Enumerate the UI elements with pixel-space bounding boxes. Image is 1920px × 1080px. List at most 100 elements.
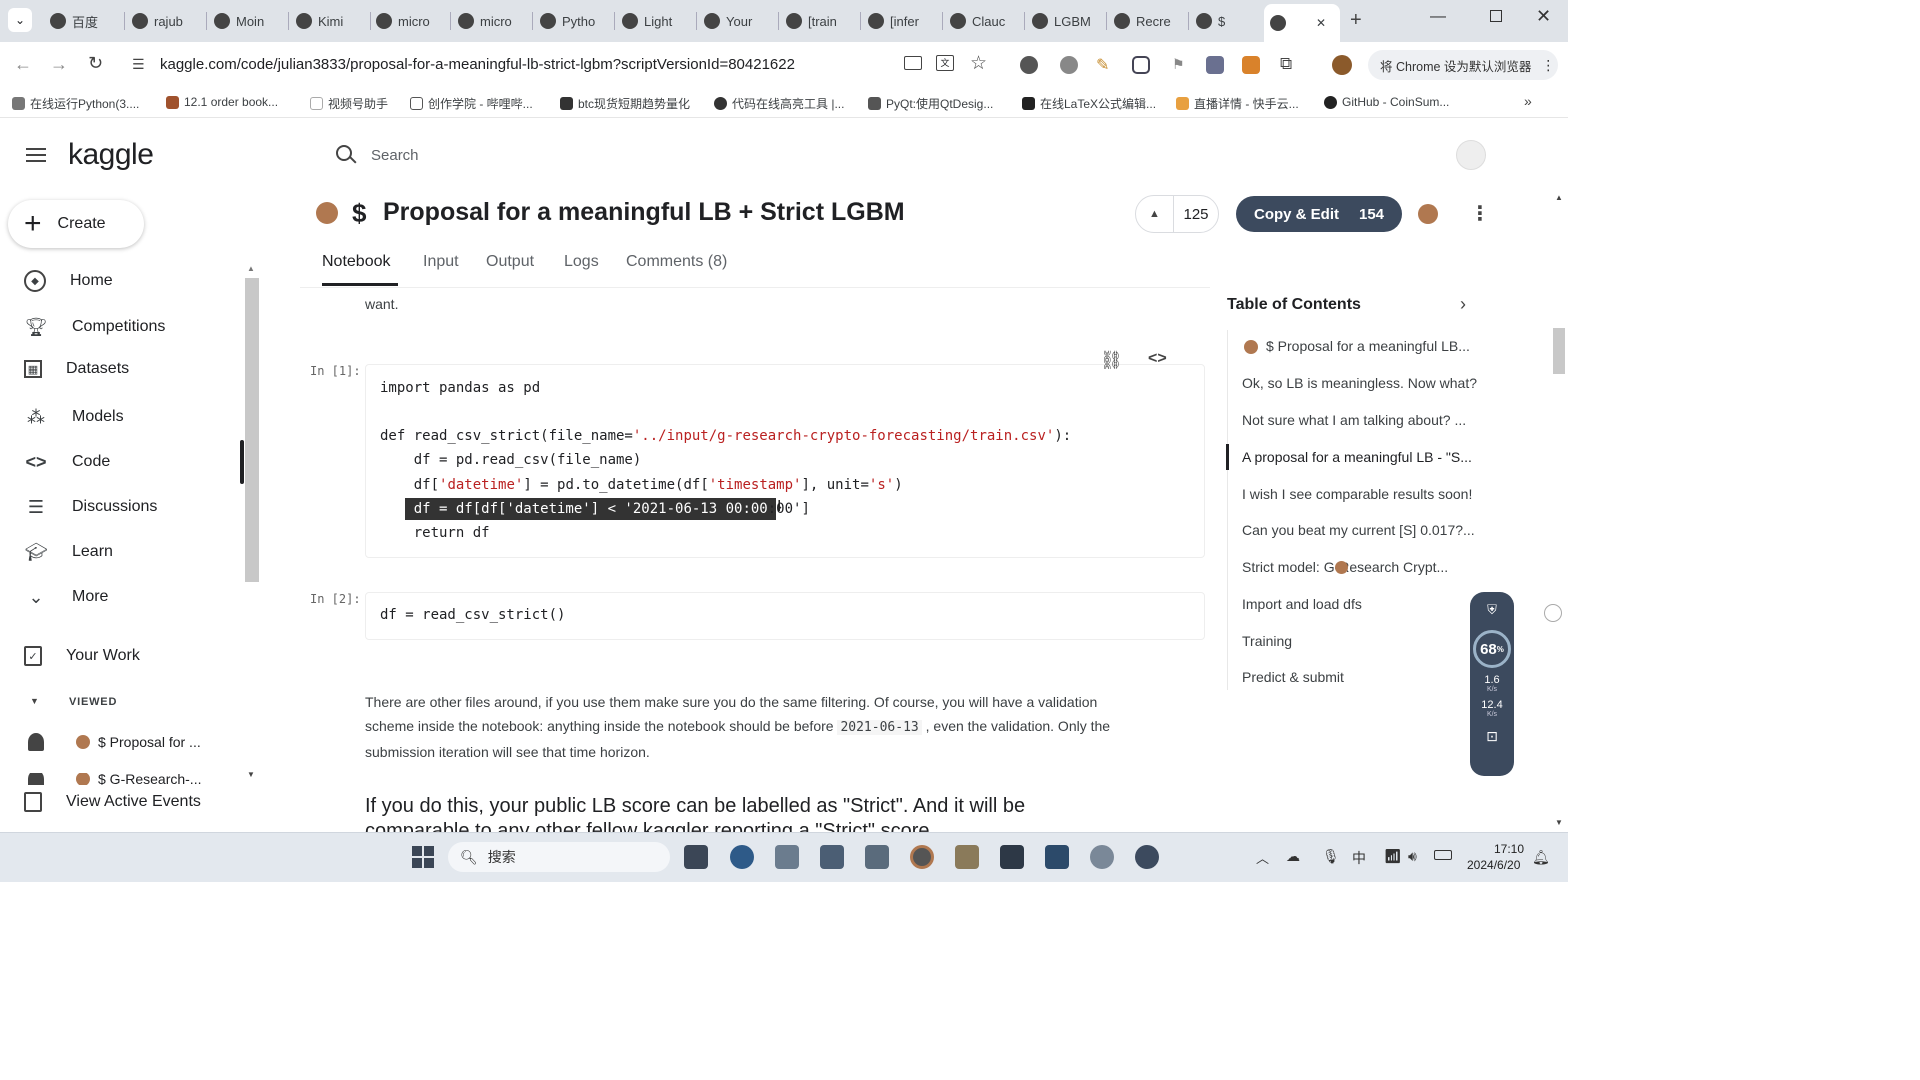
volume-icon[interactable]: 🔊︎ xyxy=(1408,848,1417,865)
browser-tab[interactable]: Light xyxy=(616,6,692,36)
browser-tab[interactable]: Clauc xyxy=(944,6,1020,36)
back-icon[interactable]: ← xyxy=(14,54,32,75)
extension-icon[interactable]: ⚑ xyxy=(1172,56,1185,73)
tray-chevron-icon[interactable]: ︿ xyxy=(1256,848,1269,867)
sidebar-item-datasets[interactable]: ▦ Datasets xyxy=(24,360,129,378)
browser-tab[interactable]: Recre xyxy=(1108,6,1184,36)
sidebar-item-more[interactable]: ⌄ More xyxy=(24,585,108,609)
sidebar-item-home[interactable]: ◆ Home xyxy=(24,270,113,292)
bookmark-item[interactable]: 视频号助手 xyxy=(310,95,388,112)
search-input[interactable]: Search xyxy=(371,147,1071,164)
forward-icon[interactable]: → xyxy=(50,54,68,75)
scroll-down-icon[interactable]: ▼ xyxy=(247,770,255,779)
bookmark-item[interactable]: GitHub - CoinSum... xyxy=(1324,95,1449,109)
mic-icon[interactable]: 🎙︎ xyxy=(1322,848,1340,865)
extension-icon[interactable] xyxy=(1206,56,1224,74)
app-icon[interactable] xyxy=(1090,845,1114,869)
menu-dots-icon[interactable]: ⋮ xyxy=(1541,57,1555,74)
taskbar-search[interactable]: 🔍︎ 搜索 xyxy=(448,842,670,872)
browser-tab[interactable]: Pytho xyxy=(534,6,610,36)
folder-icon[interactable] xyxy=(955,845,979,869)
start-icon[interactable] xyxy=(412,846,434,868)
terminal-icon[interactable] xyxy=(1000,845,1024,869)
app-icon[interactable] xyxy=(820,845,844,869)
toc-item[interactable]: Import and load dfs xyxy=(1242,596,1362,612)
browser-tab[interactable]: Moin xyxy=(208,6,284,36)
extension-icon[interactable] xyxy=(1242,56,1260,74)
bookmark-item[interactable]: btc现货短期趋势量化 xyxy=(560,95,690,112)
sidebar-item-competitions[interactable]: 🏆︎ Competitions xyxy=(24,315,166,339)
site-info-icon[interactable]: ☰ xyxy=(132,56,145,73)
scroll-up-icon[interactable]: ▲ xyxy=(1555,193,1563,202)
close-tab-icon[interactable]: ✕ xyxy=(1316,16,1326,30)
toc-item[interactable]: I wish I see comparable results soon! xyxy=(1242,486,1472,502)
browser-tab[interactable]: Kimi xyxy=(290,6,366,36)
sidebar-scrollbar[interactable] xyxy=(245,278,259,582)
clock-date[interactable]: 2024/6/20 xyxy=(1467,858,1520,872)
page-scrollbar[interactable] xyxy=(1553,328,1565,374)
toc-item[interactable]: $ Proposal for a meaningful LB... xyxy=(1266,338,1470,354)
battery-icon[interactable] xyxy=(1434,850,1452,860)
browser-tab[interactable]: 百度 xyxy=(44,6,120,36)
extension-icon[interactable] xyxy=(1132,56,1150,74)
toc-item[interactable]: Not sure what I am talking about? ... xyxy=(1242,412,1466,428)
wifi-icon[interactable]: 📶︎ xyxy=(1384,848,1402,865)
scroll-down-icon[interactable]: ▼ xyxy=(1555,818,1563,827)
sidebar-item-your-work[interactable]: ✓ Your Work xyxy=(24,646,140,666)
bookmark-item[interactable]: 12.1 order book... xyxy=(166,95,278,109)
bookmark-item[interactable]: 创作学院 - 哔哩哔... xyxy=(410,95,533,112)
tab-search-button[interactable]: ⌄ xyxy=(8,8,32,32)
install-app-icon[interactable] xyxy=(904,56,922,70)
app-icon[interactable] xyxy=(775,845,799,869)
app-icon[interactable] xyxy=(1135,845,1159,869)
toc-item[interactable]: Training xyxy=(1242,633,1292,649)
bookmark-star-icon[interactable]: ☆ xyxy=(970,52,987,75)
edge-icon[interactable] xyxy=(730,845,754,869)
bookmark-item[interactable]: 在线运行Python(3.... xyxy=(12,95,139,112)
profile-avatar-icon[interactable] xyxy=(1332,55,1352,75)
extensions-puzzle-icon[interactable]: ⧉ xyxy=(1280,54,1292,74)
pen-extension-icon[interactable]: ✎ xyxy=(1096,55,1109,75)
reload-icon[interactable]: ↻ xyxy=(88,53,103,74)
browser-tab[interactable]: $ xyxy=(1190,6,1266,36)
kaggle-logo[interactable]: kaggle xyxy=(68,138,154,172)
restore-icon[interactable] xyxy=(1490,10,1502,22)
toc-item[interactable]: Ok, so LB is meaningless. Now what? xyxy=(1242,375,1477,391)
toc-collapse-icon[interactable]: › xyxy=(1460,294,1466,315)
browser-tab[interactable]: LGBM xyxy=(1026,6,1102,36)
browser-tab[interactable]: [train xyxy=(780,6,856,36)
tab-input[interactable]: Input xyxy=(423,253,459,271)
code-toggle-icon[interactable]: <> xyxy=(1148,350,1167,368)
copy-link-icon[interactable]: ⛓ xyxy=(1100,350,1123,371)
address-bar[interactable]: kaggle.com/code/julian3833/proposal-for-… xyxy=(160,56,795,73)
bookmark-item[interactable]: 在线LaTeX公式编辑... xyxy=(1022,95,1156,112)
toc-item[interactable]: Predict & submit xyxy=(1242,669,1344,685)
bookmark-item[interactable]: 代码在线高亮工具 |... xyxy=(714,95,844,112)
minimize-icon[interactable]: — xyxy=(1430,8,1446,26)
new-tab-icon[interactable]: + xyxy=(1350,9,1362,32)
sidebar-item-discussions[interactable]: ☰ Discussions xyxy=(24,495,157,519)
view-active-events[interactable]: View Active Events xyxy=(24,792,201,812)
viewed-item[interactable]: $ G-Research-... xyxy=(28,773,201,785)
chrome-icon[interactable] xyxy=(910,845,934,869)
tab-logs[interactable]: Logs xyxy=(564,253,599,271)
copy-edit-button[interactable]: Copy & Edit 154 xyxy=(1236,196,1402,232)
extension-icon[interactable] xyxy=(1020,56,1038,74)
app-icon[interactable] xyxy=(865,845,889,869)
scroll-up-icon[interactable]: ▲ xyxy=(247,264,255,273)
viewed-item[interactable]: $ Proposal for ... xyxy=(28,733,201,751)
viewed-collapse-icon[interactable]: ▼ xyxy=(30,696,39,706)
tab-notebook[interactable]: Notebook xyxy=(322,253,391,271)
user-avatar[interactable] xyxy=(1456,140,1486,170)
upvote-icon[interactable]: ▲ xyxy=(1136,196,1174,232)
sidebar-item-code[interactable]: <> Code xyxy=(24,450,110,474)
default-browser-button[interactable]: 将 Chrome 设为默认浏览器 ⋮ xyxy=(1368,50,1558,80)
camera-icon[interactable]: ⊡ xyxy=(1470,728,1514,745)
browser-tab[interactable]: micro xyxy=(370,6,446,36)
toc-item[interactable]: Can you beat my current [S] 0.017?... xyxy=(1242,522,1475,538)
browser-tab[interactable]: ✕ xyxy=(1264,4,1340,42)
browser-tab[interactable]: micro xyxy=(452,6,528,36)
browser-tab[interactable]: [infer xyxy=(862,6,938,36)
more-bookmarks-icon[interactable]: » xyxy=(1524,93,1532,109)
ime-indicator[interactable]: 中 xyxy=(1352,848,1366,868)
